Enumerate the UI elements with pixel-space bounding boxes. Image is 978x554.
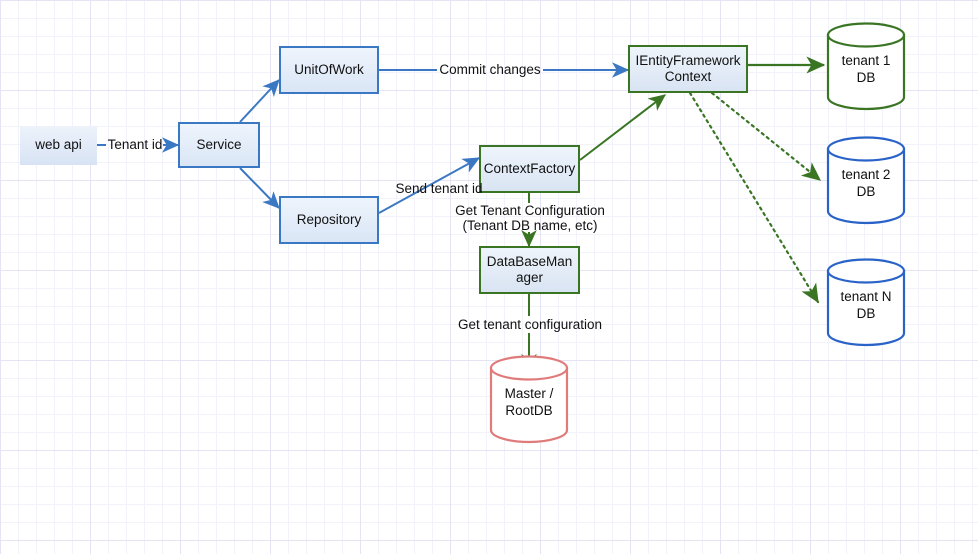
diagram-canvas: web api Service UnitOfWork Repository Co…	[0, 0, 978, 554]
node-ef-context-label-line2: Context	[664, 69, 712, 84]
node-tenantn-db[interactable]: tenant N DB	[826, 258, 906, 347]
node-database-manager-label-line1: DataBaseMan	[486, 253, 573, 269]
edge-label-commit-changes: Commit changes	[439, 62, 541, 77]
node-unit-of-work[interactable]: UnitOfWork	[279, 46, 379, 94]
edge-label-send-tenant-id: Send tenant id	[395, 181, 483, 196]
node-tenant1-db-label: tenant 1 DB	[826, 22, 906, 110]
node-repository-label: Repository	[296, 211, 362, 227]
node-master-db-label-line1: Master /	[504, 386, 554, 402]
edge-label-tenant-id: Tenant id	[107, 137, 163, 152]
node-web-api[interactable]: web api	[20, 126, 97, 165]
edge-efcontext-tenant2	[710, 91, 822, 182]
node-service-label: Service	[196, 136, 242, 152]
node-context-factory[interactable]: ContextFactory	[479, 145, 580, 193]
node-ef-context[interactable]: IEntityFramework Context	[628, 45, 748, 93]
node-master-db-label: Master / RootDB	[489, 355, 569, 443]
node-context-factory-label: ContextFactory	[483, 160, 576, 176]
node-web-api-label: web api	[35, 137, 82, 153]
node-master-db-label-line2: RootDB	[505, 403, 553, 418]
node-tenant1-db-label-line2: DB	[856, 70, 876, 85]
edge-service-unitofwork	[239, 79, 280, 123]
node-service[interactable]: Service	[178, 122, 260, 168]
node-database-manager[interactable]: DataBaseMan ager	[479, 246, 580, 294]
edge-label-get-tenant-configuration-detail-line2: (Tenant DB name, etc)	[462, 218, 598, 233]
node-tenant2-db-label-line1: tenant 2	[841, 167, 891, 183]
node-master-db[interactable]: Master / RootDB	[489, 355, 569, 444]
node-unit-of-work-label: UnitOfWork	[294, 61, 364, 77]
node-tenant2-db-label: tenant 2 DB	[826, 136, 906, 224]
node-tenant1-db[interactable]: tenant 1 DB	[826, 22, 906, 111]
edge-contextfactory-efcontext	[579, 94, 666, 161]
node-tenant2-db-label-line2: DB	[856, 184, 876, 199]
node-repository[interactable]: Repository	[279, 196, 379, 244]
node-tenantn-db-label-line2: DB	[856, 306, 876, 321]
node-ef-context-label-line1: IEntityFramework	[635, 52, 741, 68]
edge-label-get-tenant-configuration: Get tenant configuration	[457, 317, 603, 332]
node-tenantn-db-label: tenant N DB	[826, 258, 906, 346]
node-tenant2-db[interactable]: tenant 2 DB	[826, 136, 906, 225]
edge-efcontext-tenantn	[688, 91, 820, 304]
node-tenant1-db-label-line1: tenant 1	[841, 53, 891, 69]
node-database-manager-label-line2: ager	[515, 270, 544, 285]
node-tenantn-db-label-line1: tenant N	[840, 289, 892, 305]
edge-service-repository	[239, 167, 280, 209]
